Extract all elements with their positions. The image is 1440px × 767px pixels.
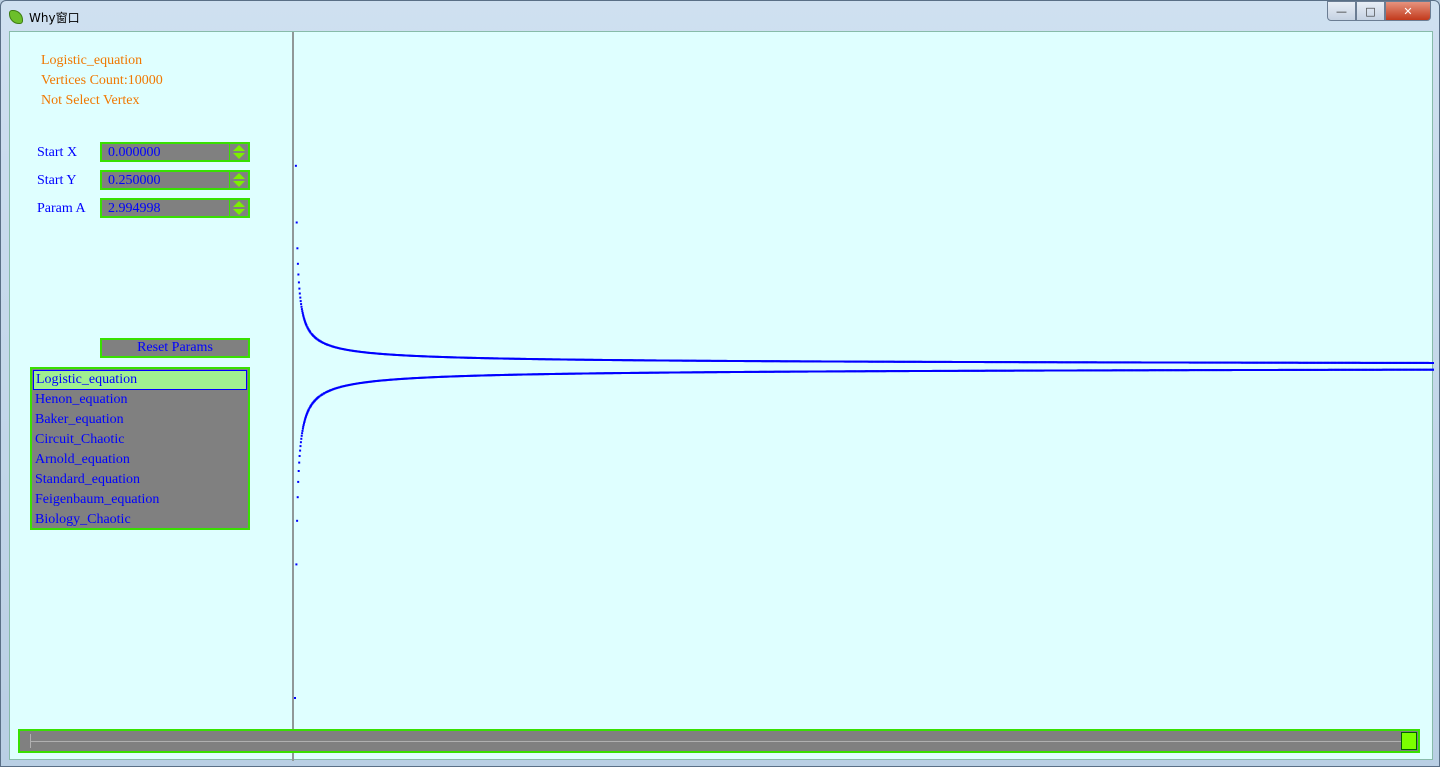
- start-y-label: Start Y: [37, 173, 77, 188]
- data-point[interactable]: [296, 247, 299, 250]
- data-point[interactable]: [294, 697, 296, 699]
- spin-arrows-icon[interactable]: [229, 172, 248, 188]
- window-title: Why窗口: [29, 10, 80, 25]
- data-point[interactable]: [294, 164, 297, 167]
- slider-track: [30, 741, 1408, 742]
- reset-params-button[interactable]: Reset Params: [100, 338, 250, 358]
- data-point[interactable]: [301, 432, 304, 435]
- param-a-label: Param A: [37, 201, 86, 216]
- data-point[interactable]: [297, 470, 300, 472]
- data-point[interactable]: [1433, 368, 1435, 371]
- minimize-button[interactable]: —: [1327, 1, 1356, 21]
- leaf-icon: [9, 10, 23, 24]
- data-point[interactable]: [299, 441, 302, 444]
- equation-item[interactable]: Standard_equation: [32, 470, 248, 490]
- equation-list[interactable]: Logistic_equation Henon_equation Baker_equ…: [30, 367, 250, 530]
- data-point[interactable]: [296, 262, 299, 265]
- spin-arrows-icon[interactable]: [229, 200, 248, 216]
- start-x-value[interactable]: 0.000000: [108, 145, 161, 161]
- data-point[interactable]: [297, 480, 300, 483]
- data-point[interactable]: [296, 519, 299, 522]
- data-point[interactable]: [299, 445, 302, 448]
- selection-status: Not Select Vertex: [41, 93, 140, 108]
- data-point[interactable]: [298, 287, 301, 290]
- data-point[interactable]: [295, 563, 298, 566]
- vertices-count: Vertices Count:10000: [41, 73, 163, 88]
- data-point[interactable]: [300, 437, 303, 440]
- data-point[interactable]: [300, 308, 303, 311]
- start-x-spinbox[interactable]: 0.000000: [100, 142, 250, 162]
- equation-item[interactable]: Logistic_equation: [33, 370, 247, 390]
- equation-item[interactable]: Feigenbaum_equation: [32, 490, 248, 510]
- data-point[interactable]: [297, 281, 300, 284]
- equation-item[interactable]: Arnold_equation: [32, 450, 248, 470]
- equation-item[interactable]: Circuit_Chaotic: [32, 430, 248, 450]
- data-point[interactable]: [296, 496, 299, 499]
- data-point[interactable]: [300, 303, 303, 306]
- title-bar: Why窗口: [9, 7, 80, 27]
- maximize-button[interactable]: □: [1356, 1, 1385, 21]
- data-point[interactable]: [301, 310, 304, 313]
- app-window: Why窗口 — □ ✕ Logistic_equation Vertices C…: [0, 0, 1440, 767]
- iteration-slider[interactable]: [18, 729, 1420, 753]
- equation-item[interactable]: Biology_Chaotic: [32, 510, 248, 530]
- y-axis-line: [292, 32, 294, 761]
- data-point[interactable]: [300, 305, 303, 308]
- equation-name: Logistic_equation: [41, 53, 143, 68]
- equation-item[interactable]: Baker_equation: [32, 410, 248, 430]
- data-point[interactable]: [301, 429, 304, 432]
- param-a-spinbox[interactable]: 2.994998: [100, 198, 250, 218]
- data-point[interactable]: [299, 296, 302, 299]
- client-area: Logistic_equation Vertices Count:10000 N…: [9, 31, 1435, 761]
- data-point[interactable]: [300, 434, 303, 437]
- close-button[interactable]: ✕: [1385, 1, 1431, 21]
- data-point[interactable]: [298, 292, 301, 295]
- slider-tick: [30, 734, 31, 748]
- spin-arrows-icon[interactable]: [229, 144, 248, 160]
- data-point[interactable]: [295, 221, 298, 224]
- data-point[interactable]: [297, 273, 300, 276]
- data-point[interactable]: [298, 455, 301, 457]
- start-y-spinbox[interactable]: 0.250000: [100, 170, 250, 190]
- data-point[interactable]: [299, 449, 302, 452]
- start-x-label: Start X: [37, 145, 78, 160]
- data-point[interactable]: [301, 427, 304, 430]
- data-point[interactable]: [298, 461, 301, 464]
- slider-knob[interactable]: [1401, 732, 1417, 750]
- start-y-value[interactable]: 0.250000: [108, 173, 161, 189]
- equation-item[interactable]: Henon_equation: [32, 390, 248, 410]
- param-a-value[interactable]: 2.994998: [108, 201, 161, 217]
- data-point[interactable]: [299, 300, 302, 303]
